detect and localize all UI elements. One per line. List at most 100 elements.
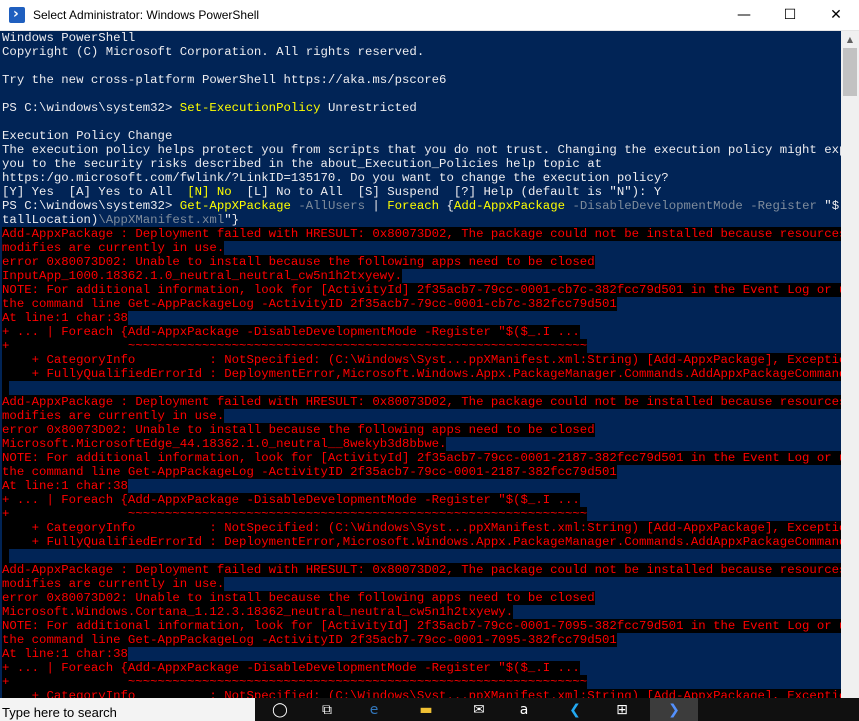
console-text-segment: -DisableDevelopmentMode -Register: [565, 199, 817, 213]
maximize-button[interactable]: ☐: [767, 0, 813, 31]
console-text-segment: the command line Get-AppPackageLog -Acti…: [2, 297, 617, 311]
task-switch-icon[interactable]: ⧉: [315, 702, 339, 721]
console-error-line: [2, 381, 10, 395]
console-error-line: + FullyQualifiedErrorId : DeploymentErro…: [2, 535, 841, 549]
title-bar[interactable]: Select Administrator: Windows PowerShell…: [0, 0, 859, 31]
console-text-segment: + CategoryInfo : NotSpecified: (C:\Windo…: [2, 689, 841, 698]
console-error-line: InputApp_1000.18362.1.0_neutral_neutral_…: [2, 269, 403, 283]
console-text-segment: + ... | Foreach {Add-AppxPackage -Disabl…: [2, 661, 580, 675]
console-text-segment: Add-AppxPackage : Deployment failed with…: [2, 227, 841, 241]
console-text-segment: \AppXManifest.xml: [98, 213, 225, 227]
console-error-line: Microsoft.Windows.Cortana_1.12.3.18362_n…: [2, 605, 514, 619]
console-text-segment: Add-AppxPackage: [453, 199, 566, 213]
console-text-segment: Windows PowerShell: [2, 31, 136, 45]
console-text-segment: Execution Policy Change: [2, 129, 173, 143]
console-error-line: + ~~~~~~~~~~~~~~~~~~~~~~~~~~~~~~~~~~~~~~…: [2, 675, 588, 689]
console-error-line: the command line Get-AppPackageLog -Acti…: [2, 633, 617, 647]
task-view-icon[interactable]: ◯: [268, 702, 292, 721]
console-text-segment: error 0x80073D02: Unable to install beca…: [2, 255, 595, 269]
console-error-line: error 0x80073D02: Unable to install beca…: [2, 591, 595, 605]
console-text-segment: Add-AppxPackage : Deployment failed with…: [2, 563, 841, 577]
console-text-segment: + CategoryInfo : NotSpecified: (C:\Windo…: [2, 353, 841, 367]
console-text-segment: https:/go.microsoft.com/fwlink/?LinkID=1…: [2, 171, 669, 185]
console-error-line: At line:1 char:38: [2, 647, 128, 661]
console-error-line: modifies are currently in use.: [2, 241, 225, 255]
console-text-segment: Set-ExecutionPolicy: [179, 101, 321, 115]
console-line: The execution policy helps protect you f…: [2, 143, 841, 157]
console-text-segment: NOTE: For additional information, look f…: [2, 619, 841, 633]
file-explorer-icon[interactable]: ▬: [414, 702, 438, 721]
powershell-icon[interactable]: ❯: [662, 702, 686, 721]
amazon-icon[interactable]: a: [512, 702, 536, 721]
console-text-segment: Foreach: [387, 199, 440, 213]
console-error-line: modifies are currently in use.: [2, 409, 225, 423]
edge-icon[interactable]: e: [362, 702, 386, 721]
console-error-line: + CategoryInfo : NotSpecified: (C:\Windo…: [2, 689, 841, 698]
console-text-segment: At line:1 char:38: [2, 311, 128, 325]
console-text-segment: |: [364, 199, 388, 213]
console-text-segment: you to the security risks described in t…: [2, 157, 603, 171]
console-text-segment: + ... | Foreach {Add-AppxPackage -Disabl…: [2, 325, 580, 339]
taskbar-search-input[interactable]: Type here to search: [0, 698, 255, 721]
console-error-line: [2, 549, 10, 563]
console-error-line: + CategoryInfo : NotSpecified: (C:\Windo…: [2, 353, 841, 367]
taskbar: Type here to search ◯ ⧉ e ▬ ✉ a ❮ ⊞ ❯: [0, 698, 859, 721]
console-text-segment: "}: [224, 213, 240, 227]
console-line: Execution Policy Change: [2, 129, 172, 143]
console-text-segment: InputApp_1000.18362.1.0_neutral_neutral_…: [2, 269, 403, 283]
console-text-segment: Copyright (C) Microsoft Corporation. All…: [2, 45, 425, 59]
store-icon[interactable]: ⊞: [610, 702, 634, 721]
scroll-thumb[interactable]: [843, 48, 857, 96]
minimize-button[interactable]: —: [721, 0, 767, 31]
console-line: PS C:\windows\system32> Get-AppXPackage …: [2, 199, 841, 213]
console-text-segment: + FullyQualifiedErrorId : DeploymentErro…: [2, 367, 841, 381]
console-text-segment: + ~~~~~~~~~~~~~~~~~~~~~~~~~~~~~~~~~~~~~~…: [2, 507, 588, 521]
console-output[interactable]: Windows PowerShell Copyright (C) Microsof…: [0, 31, 841, 698]
console-error-line: At line:1 char:38: [2, 311, 128, 325]
console-error-line: error 0x80073D02: Unable to install beca…: [2, 423, 595, 437]
vscode-icon[interactable]: ❮: [563, 702, 587, 721]
window-title: Select Administrator: Windows PowerShell: [33, 8, 260, 22]
console-text-segment: modifies are currently in use.: [2, 577, 225, 591]
console-text-segment: Microsoft.Windows.Cortana_1.12.3.18362_n…: [2, 605, 514, 619]
console-text-segment: [L] No to All [S] Suspend [?] Help (defa…: [231, 185, 662, 199]
console-line: Try the new cross-platform PowerShell ht…: [2, 73, 446, 87]
close-button[interactable]: ✕: [813, 0, 859, 31]
console-error-line: + ~~~~~~~~~~~~~~~~~~~~~~~~~~~~~~~~~~~~~~…: [2, 339, 588, 353]
mail-icon[interactable]: ✉: [467, 702, 491, 721]
console-text-segment: Add-AppxPackage : Deployment failed with…: [2, 395, 841, 409]
console-text-segment: tallLocation): [2, 213, 99, 227]
console-text-segment: [N] No: [187, 185, 232, 199]
console-text-segment: NOTE: For additional information, look f…: [2, 451, 841, 465]
console-text-segment: {: [439, 199, 454, 213]
console-text-segment: + ~~~~~~~~~~~~~~~~~~~~~~~~~~~~~~~~~~~~~~…: [2, 339, 588, 353]
console-text-segment: + CategoryInfo : NotSpecified: (C:\Windo…: [2, 521, 841, 535]
console-error-line: Microsoft.MicrosoftEdge_44.18362.1.0_neu…: [2, 437, 447, 451]
console-text-segment: Get-AppXPackage: [179, 199, 291, 213]
console-error-line: NOTE: For additional information, look f…: [2, 619, 841, 633]
console-error-line: modifies are currently in use.: [2, 577, 225, 591]
console-text-segment: error 0x80073D02: Unable to install beca…: [2, 423, 595, 437]
vertical-scrollbar[interactable]: ▲: [841, 31, 859, 698]
console-text-segment: -AllUsers: [290, 199, 365, 213]
console-error-line: + ~~~~~~~~~~~~~~~~~~~~~~~~~~~~~~~~~~~~~~…: [2, 507, 588, 521]
console-error-line: NOTE: For additional information, look f…: [2, 283, 841, 297]
console-text-segment: PS C:\windows\system32>: [2, 199, 180, 213]
console-text-segment: + FullyQualifiedErrorId : DeploymentErro…: [2, 535, 841, 549]
console-error-line: Add-AppxPackage : Deployment failed with…: [2, 227, 841, 241]
console-error-line: the command line Get-AppPackageLog -Acti…: [2, 465, 617, 479]
scroll-up-arrow-icon[interactable]: ▲: [841, 31, 859, 48]
console-text-segment: The execution policy helps protect you f…: [2, 143, 841, 157]
console-text-segment: [2, 381, 9, 395]
console-error-line: + ... | Foreach {Add-AppxPackage -Disabl…: [2, 493, 580, 507]
console-line: [Y] Yes [A] Yes to All [N] No [L] No to …: [2, 185, 661, 199]
powershell-icon: [9, 6, 25, 23]
console-line: https:/go.microsoft.com/fwlink/?LinkID=1…: [2, 171, 669, 185]
console-text-segment: the command line Get-AppPackageLog -Acti…: [2, 633, 617, 647]
console-text-segment: "$(: [824, 199, 841, 213]
console-text-segment: PS C:\windows\system32>: [2, 101, 180, 115]
console-text-segment: [2, 549, 9, 563]
console-error-line: the command line Get-AppPackageLog -Acti…: [2, 297, 617, 311]
console-text-segment: At line:1 char:38: [2, 479, 128, 493]
console-error-line: NOTE: For additional information, look f…: [2, 451, 841, 465]
